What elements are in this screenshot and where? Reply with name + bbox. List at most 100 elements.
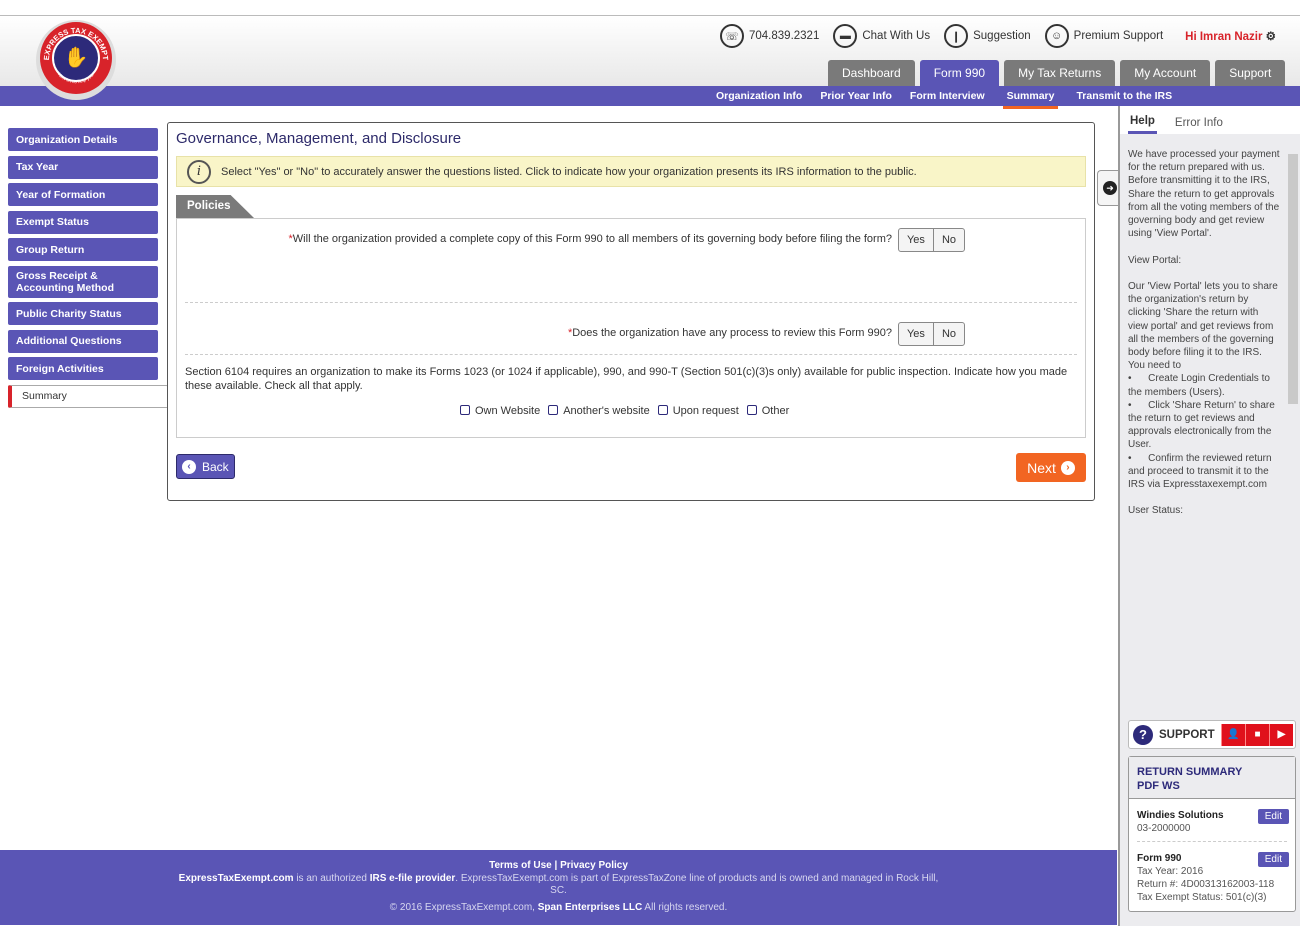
question-2: *Does the organization have any process … [567, 327, 892, 339]
phone-icon: ☏ [720, 24, 744, 48]
sidebar-item-summary[interactable]: Summary [8, 384, 168, 408]
user-menu[interactable]: Hi Imran Nazir ⚙ [1185, 29, 1276, 43]
checkbox-box[interactable] [460, 405, 470, 415]
tab-my-account[interactable]: My Account [1120, 60, 1211, 86]
subnav-form-interview[interactable]: Form Interview [910, 86, 985, 109]
return-summary-title: RETURN SUMMARY [1137, 766, 1243, 778]
top-links: ☏ 704.839.2321 ▬ Chat With Us ❙ Suggestion … [720, 24, 1276, 48]
question-1: *Will the organization provided a comple… [288, 233, 892, 245]
checkbox-box[interactable] [746, 405, 757, 415]
support-label: SUPPORT [1159, 728, 1215, 741]
checkbox-label: Another's website [563, 405, 650, 417]
tab-error-info[interactable]: Error Info [1175, 117, 1223, 134]
form-name: Form 990 [1137, 853, 1182, 864]
premium-support-link[interactable]: ☺ Premium Support [1044, 24, 1163, 48]
chat-link[interactable]: ▬ Chat With Us [833, 24, 930, 48]
phone-link[interactable]: ☏ 704.839.2321 [720, 24, 819, 48]
footer-text: . ExpressTaxExempt.com is part of Expres… [455, 872, 939, 897]
sidebar-item-foreign-activities[interactable]: Foreign Activities [8, 357, 158, 380]
suggestion-link[interactable]: ❙ Suggestion [944, 24, 1031, 48]
chat-icon: ▬ [833, 24, 858, 48]
arrow-right-icon: ➜ [1103, 181, 1117, 195]
org-name: Windies Solutions [1137, 810, 1224, 821]
divider [1137, 841, 1287, 842]
sidebar-item-year-of-formation[interactable]: Year of Formation [8, 183, 158, 206]
checkbox-box[interactable] [548, 405, 559, 415]
person-icon[interactable]: 👤 [1221, 723, 1245, 746]
help-scrollbar[interactable] [1288, 154, 1298, 404]
next-button[interactable]: Next › [1016, 453, 1086, 482]
return-number: Return #: 4D00313162003-118 [1137, 879, 1275, 890]
video-icon[interactable]: ▶ [1269, 723, 1293, 746]
user-name: Hi Imran Nazir [1185, 31, 1263, 43]
info-text: Select "Yes" or "No" to accurately answe… [221, 165, 917, 178]
edit-form-button[interactable]: Edit [1257, 852, 1289, 867]
question-1-yes[interactable]: Yes [899, 229, 933, 251]
divider [185, 354, 1077, 355]
info-icon: i [187, 159, 211, 184]
tax-year: Tax Year: 2016 [1137, 866, 1204, 877]
ein: 03-2000000 [1137, 823, 1191, 834]
question-1-text: Will the organization provided a complet… [292, 233, 892, 245]
checkbox-own-website[interactable]: Own Website [460, 405, 540, 417]
chat-icon[interactable]: ■ [1245, 723, 1269, 746]
sidebar-item-gross-receipt[interactable]: Gross Receipt & Accounting Method [8, 265, 158, 298]
sidebar-item-additional-questions[interactable]: Additional Questions [8, 329, 158, 353]
question-2-yes[interactable]: Yes [899, 323, 933, 345]
phone-number: 704.839.2321 [749, 30, 820, 42]
privacy-link[interactable]: Privacy Policy [560, 860, 628, 871]
return-summary: RETURN SUMMARY PDF WS Windies Solutions 03… [1128, 756, 1296, 912]
subnav-summary[interactable]: Summary [1002, 86, 1059, 109]
gear-icon[interactable]: ⚙ [1266, 31, 1276, 43]
tab-dashboard[interactable]: Dashboard [828, 60, 915, 86]
checkbox-anothers-website[interactable]: Another's website [548, 405, 650, 417]
sidebar-item-organization-details[interactable]: Organization Details [8, 128, 158, 151]
help-text: We have processed your payment for the r… [1128, 149, 1280, 517]
back-button[interactable]: ‹ Back [176, 454, 235, 479]
question-2-toggle: Yes No [897, 322, 965, 346]
edit-org-button[interactable]: Edit [1257, 809, 1289, 824]
policies-box: *Will the organization provided a comple… [176, 218, 1086, 438]
question-2-text: Does the organization have any process t… [572, 327, 892, 339]
agent-icon: ☺ [1044, 24, 1069, 48]
question-1-toggle: Yes No [897, 228, 965, 252]
help-tabs: Help Error Info [1120, 106, 1300, 134]
checkbox-box[interactable] [657, 405, 668, 415]
organization-entry: Windies Solutions 03-2000000 Edit [1137, 809, 1289, 835]
pdf-ws-links[interactable]: PDF WS [1137, 779, 1287, 793]
logo[interactable]: EXPRESS TAX EXEMPT Now let us help you. … [36, 20, 116, 100]
tab-help[interactable]: Help [1128, 115, 1157, 134]
next-label: Next [1027, 459, 1056, 476]
company-name: Span Enterprises LLC [537, 901, 643, 913]
checkbox-label: Own Website [475, 405, 541, 417]
back-label: Back [202, 459, 229, 474]
checkbox-upon-request[interactable]: Upon request [657, 405, 739, 417]
checkbox-label: Other [761, 405, 790, 417]
subnav-prior-year-info[interactable]: Prior Year Info [820, 86, 892, 109]
availability-checkboxes: Own Website Another's website Upon reque… [460, 405, 789, 417]
form-entry: Form 990 Tax Year: 2016 Return #: 4D0031… [1137, 852, 1289, 904]
sidebar-item-exempt-status[interactable]: Exempt Status [8, 210, 158, 234]
collapse-panel-button[interactable]: ➜ [1097, 170, 1119, 206]
hands-icon: ✋ [63, 47, 89, 69]
subnav-organization-info[interactable]: Organization Info [716, 86, 802, 109]
arrow-right-icon: › [1060, 460, 1075, 475]
sidebar-item-group-return[interactable]: Group Return [8, 238, 158, 261]
sidebar-item-public-charity-status[interactable]: Public Charity Status [8, 302, 158, 325]
terms-link[interactable]: Terms of Use [489, 860, 552, 871]
exempt-status: Tax Exempt Status: 501(c)(3) [1137, 892, 1267, 903]
question-2-no[interactable]: No [932, 323, 964, 345]
support-bar: ? SUPPORT 👤 ■ ▶ [1128, 720, 1296, 749]
question-icon: ? [1133, 724, 1153, 745]
policies-section-tab: Policies [176, 195, 254, 218]
question-1-no[interactable]: No [932, 229, 964, 251]
tab-my-tax-returns[interactable]: My Tax Returns [1004, 60, 1116, 86]
tab-form-990[interactable]: Form 990 [919, 60, 1000, 86]
section-6104-text: Section 6104 requires an organization to… [185, 366, 1068, 392]
sidebar-item-tax-year[interactable]: Tax Year [8, 155, 158, 179]
tab-support[interactable]: Support [1215, 60, 1286, 86]
footer: Terms of Use | Privacy Policy ExpressTax… [0, 850, 1117, 925]
chat-label: Chat With Us [862, 30, 931, 42]
checkbox-other[interactable]: Other [746, 405, 790, 417]
main-tabs: Dashboard Form 990 My Tax Returns My Acc… [828, 60, 1286, 86]
